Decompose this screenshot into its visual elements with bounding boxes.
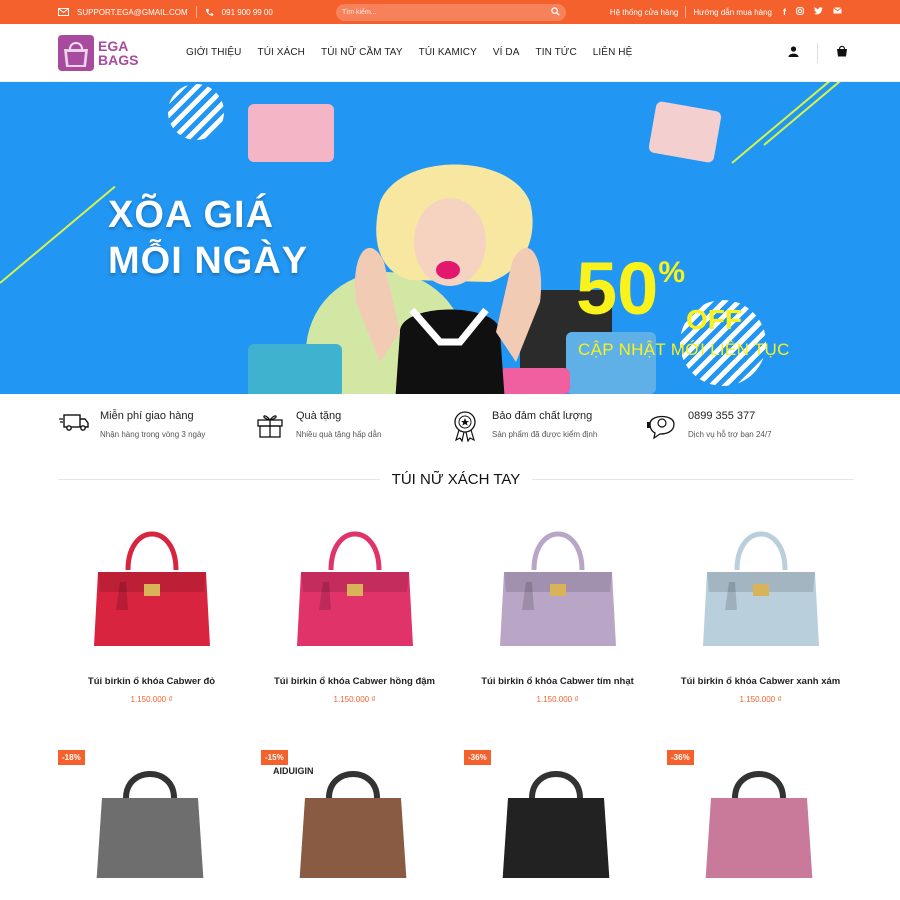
product-price: 1.150.000 ₫ <box>536 695 579 704</box>
product-card[interactable]: Túi birkin ổ khóa Cabwer đỏ 1.150.000 ₫ <box>50 494 253 744</box>
mail-icon <box>58 8 69 16</box>
banner-title-line2: MỖI NGÀY <box>108 240 309 282</box>
product-image[interactable] <box>50 494 253 666</box>
hotline[interactable]: 091 900 99 00 <box>222 8 273 17</box>
feature-desc: Sản phẩm đã được kiểm định <box>492 430 598 439</box>
product-card[interactable]: -18% <box>50 738 253 878</box>
discount-badge: -36% <box>667 750 694 765</box>
discount-badge: -36% <box>464 750 491 765</box>
cart-icon[interactable] <box>836 44 848 62</box>
divider <box>685 6 687 18</box>
mail-icon[interactable] <box>833 7 842 17</box>
feature-title: Bảo đảm chất lượng <box>492 410 593 422</box>
discount-off: OFF <box>686 304 742 335</box>
store-system-link[interactable]: Hệ thống cửa hàng <box>610 8 679 17</box>
feature-title: Miễn phí giao hàng <box>100 410 194 422</box>
search-input[interactable]: Tìm kiếm... <box>342 9 377 16</box>
product-price: 1.150.000 ₫ <box>130 695 173 704</box>
discount-badge: -15% <box>261 750 288 765</box>
discount-badge: -18% <box>58 750 85 765</box>
section-heading: TÚI NỮ XÁCH TAY <box>58 464 854 494</box>
feature-desc: Dịch vụ hỗ trợ bạn 24/7 <box>688 430 772 439</box>
shopping-guide-link[interactable]: Hướng dẫn mua hàng <box>693 8 772 17</box>
product-name[interactable]: Túi birkin ổ khóa Cabwer đỏ <box>50 676 253 687</box>
main-nav: GIỚI THIỆU TÚI XÁCH TÚI NỮ CẦM TAY TÚI K… <box>186 47 632 58</box>
product-image[interactable] <box>456 494 659 666</box>
product-card[interactable]: -36% <box>456 738 659 878</box>
discount-number: 50 <box>576 247 659 330</box>
feature-item: Bảo đảm chất lượng Sản phẩm đã được kiểm … <box>450 410 646 460</box>
support-icon <box>646 410 678 442</box>
product-name[interactable]: Túi birkin ổ khóa Cabwer hồng đậm <box>253 676 456 687</box>
nav-item-tui-nu-cam-tay[interactable]: TÚI NỮ CẦM TAY <box>321 47 403 58</box>
product-image[interactable] <box>496 758 616 878</box>
truck-icon <box>58 410 90 442</box>
phone-icon <box>205 8 214 17</box>
feature-item: Quà tặng Nhiều quà tặng hấp dẫn <box>254 410 450 460</box>
award-icon <box>450 410 482 443</box>
logo-text-1: EGA <box>98 37 129 54</box>
diagonal-line <box>0 185 116 284</box>
banner-discount: 50% <box>576 252 685 342</box>
product-card[interactable]: -15% AIDUIGIN <box>253 738 456 878</box>
product-price: 1.150.000 ₫ <box>333 695 376 704</box>
logo-bag-icon <box>58 34 94 71</box>
diagonal-line <box>731 82 833 164</box>
nav-item-tui-xach[interactable]: TÚI XÁCH <box>258 47 305 58</box>
product-name[interactable]: Túi birkin ổ khóa Cabwer xanh xám <box>659 676 862 687</box>
gift-icon <box>254 410 286 442</box>
top-bar: SUPPORT.EGA@GMAIL.COM 091 900 99 00 Tìm … <box>0 0 900 24</box>
divider <box>195 6 197 18</box>
teal-bag-image <box>248 344 342 394</box>
feature-title: Quà tặng <box>296 410 342 422</box>
support-email[interactable]: SUPPORT.EGA@GMAIL.COM <box>77 8 188 17</box>
product-name[interactable]: Túi birkin ổ khóa Cabwer tím nhạt <box>456 676 659 687</box>
product-image[interactable] <box>90 758 210 878</box>
feature-title: 0899 355 377 <box>688 410 756 422</box>
user-icon[interactable] <box>788 44 799 62</box>
facebook-icon[interactable]: f <box>783 7 786 17</box>
product-image[interactable] <box>659 494 862 666</box>
product-card[interactable]: Túi birkin ổ khóa Cabwer xanh xám 1.150.0… <box>659 494 862 744</box>
banner-headline: XÕA GIÁ MỖI NGÀY <box>108 192 308 284</box>
twitter-icon[interactable] <box>814 7 823 17</box>
product-grid-row-2: -18% -15% AIDUIGIN -36% -36% <box>0 738 900 878</box>
logo-text-2: BAGS <box>98 51 139 68</box>
nude-bag-image <box>647 100 723 164</box>
product-image[interactable] <box>293 758 413 878</box>
search-icon[interactable] <box>551 6 560 18</box>
feature-item: 0899 355 377 Dịch vụ hỗ trợ bạn 24/7 <box>646 410 842 460</box>
section-title[interactable]: TÚI NỮ XÁCH TAY <box>379 470 533 488</box>
features-strip: Miễn phí giao hàng Nhận hàng trong vòng 3… <box>0 394 900 460</box>
logo[interactable]: EGA BAGS <box>58 34 186 71</box>
search-box[interactable]: Tìm kiếm... <box>336 3 566 21</box>
diagonal-line <box>763 82 849 146</box>
nav-item-tui-kamicy[interactable]: TÚI KAMICY <box>419 47 477 58</box>
nav-item-gioi-thieu[interactable]: GIỚI THIỆU <box>186 47 242 58</box>
main-header: EGA BAGS GIỚI THIỆU TÚI XÁCH TÚI NỮ CẦM … <box>0 24 900 82</box>
banner-subtitle: CẬP NHẬT MỚI LIÊN TỤC <box>578 340 790 359</box>
product-image[interactable] <box>253 494 456 666</box>
banner-title-line1: XÕA GIÁ <box>108 194 275 236</box>
stripe-circle-decoration <box>168 84 224 140</box>
product-image[interactable] <box>699 758 819 878</box>
instagram-icon[interactable] <box>796 7 804 17</box>
product-card[interactable]: Túi birkin ổ khóa Cabwer tím nhạt 1.150.0… <box>456 494 659 744</box>
product-grid: Túi birkin ổ khóa Cabwer đỏ 1.150.000 ₫ Tú… <box>0 494 900 744</box>
brand-logo: AIDUIGIN <box>273 766 314 776</box>
discount-percent: % <box>658 256 685 289</box>
nav-item-vi-da[interactable]: VÍ DA <box>493 47 520 58</box>
feature-item: Miễn phí giao hàng Nhận hàng trong vòng 3… <box>58 410 254 460</box>
product-price: 1.150.000 ₫ <box>739 695 782 704</box>
product-card[interactable]: Túi birkin ổ khóa Cabwer hồng đậm 1.150.0… <box>253 494 456 744</box>
nav-item-tin-tuc[interactable]: TIN TỨC <box>535 47 576 58</box>
hero-banner[interactable]: XÕA GIÁ MỖI NGÀY 50% OFF CẬP NHẬT MỚI LI… <box>0 82 900 394</box>
nav-item-lien-he[interactable]: LIÊN HỆ <box>593 47 633 58</box>
product-card[interactable]: -36% <box>659 738 862 878</box>
divider <box>817 42 818 63</box>
pink-bag-image <box>248 104 334 162</box>
feature-desc: Nhiều quà tặng hấp dẫn <box>296 430 382 439</box>
feature-desc: Nhận hàng trong vòng 3 ngày <box>100 430 206 439</box>
model-photo <box>340 162 555 394</box>
